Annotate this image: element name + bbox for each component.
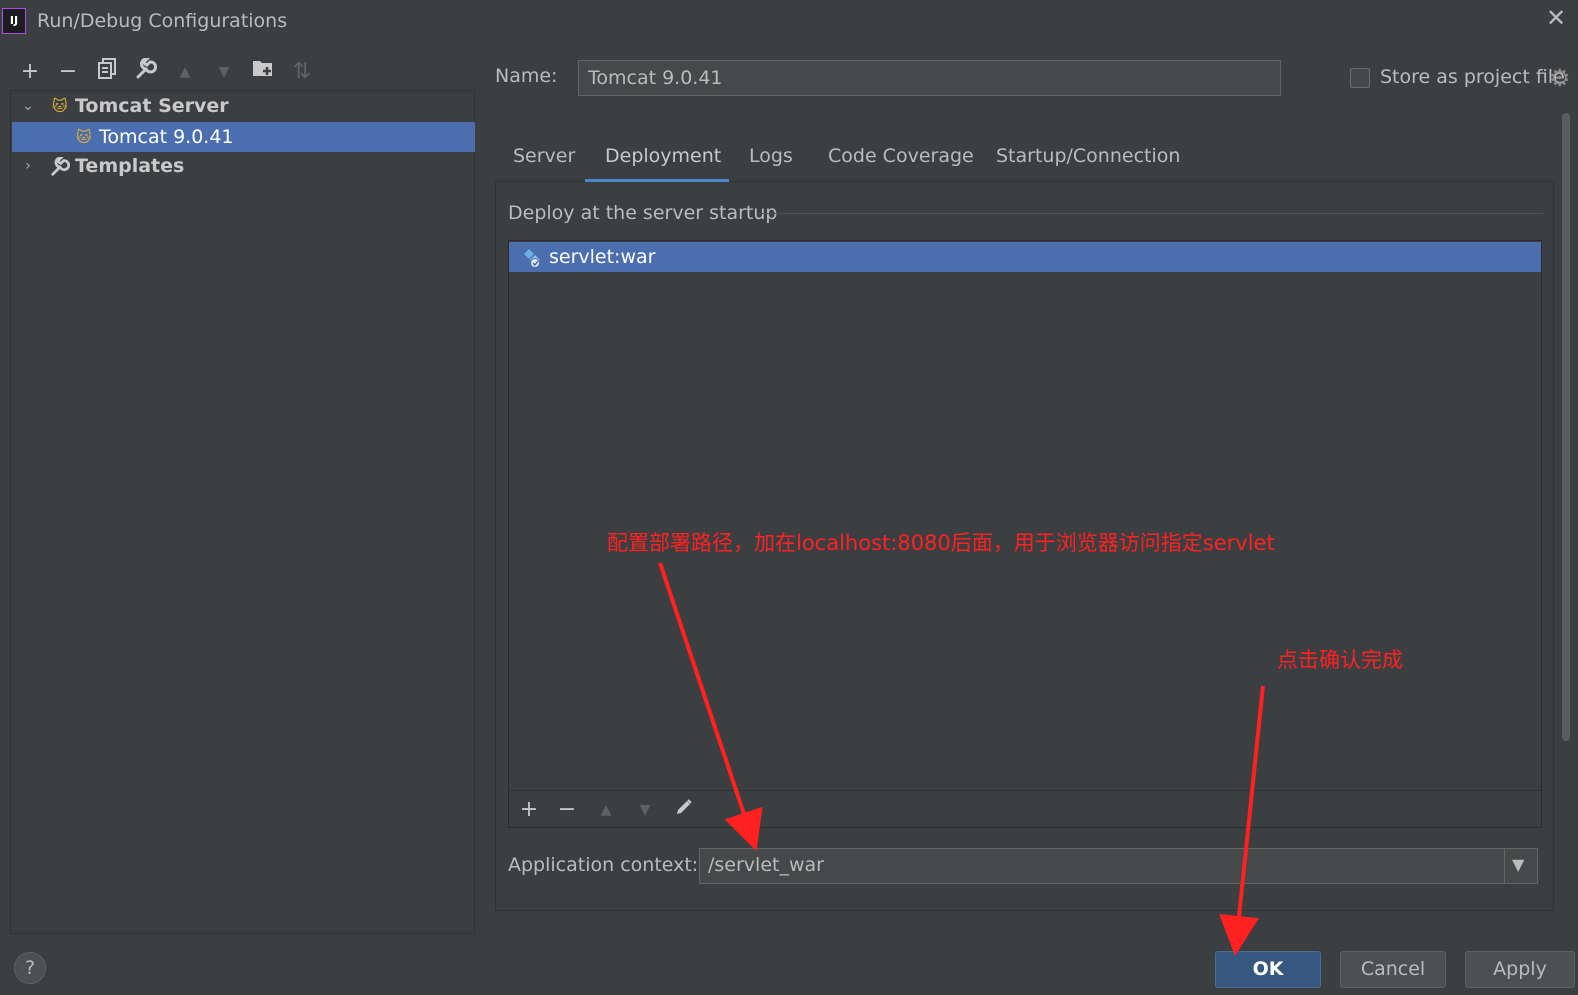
copy-configuration-button[interactable]	[93, 58, 121, 86]
window-title: Run/Debug Configurations	[37, 10, 288, 32]
help-button[interactable]: ?	[14, 952, 46, 984]
tab-logs[interactable]: Logs	[749, 145, 793, 181]
name-label: Name:	[495, 65, 558, 87]
intellij-app-icon: IJ	[2, 8, 26, 34]
tree-item-label: Tomcat 9.0.41	[99, 126, 234, 148]
close-icon[interactable]: ✕	[1546, 4, 1566, 32]
application-context-combo[interactable]	[699, 848, 1538, 884]
annotation-ok-note: 点击确认完成	[1277, 648, 1403, 672]
tree-item-templates[interactable]: › Templates	[12, 151, 475, 181]
list-toolbar-divider	[509, 790, 1541, 791]
configuration-tree	[10, 90, 475, 934]
tree-item-label: Tomcat Server	[75, 95, 229, 117]
new-folder-button[interactable]	[249, 58, 277, 86]
tomcat-icon: 🐱	[76, 128, 92, 146]
move-up-button[interactable]: ▲	[171, 58, 199, 86]
store-as-project-file-label[interactable]: Store as project file	[1380, 66, 1565, 88]
add-artifact-button[interactable]: +	[516, 797, 542, 823]
tree-item-label: Templates	[75, 155, 185, 177]
wrench-icon	[50, 156, 71, 176]
remove-configuration-button[interactable]: −	[54, 58, 82, 86]
cancel-button[interactable]: Cancel	[1340, 951, 1446, 988]
application-context-label: Application context:	[508, 854, 699, 876]
gear-icon[interactable]: ⚙	[1549, 64, 1571, 92]
store-as-project-file-checkbox[interactable]	[1350, 68, 1370, 88]
pencil-icon	[677, 799, 692, 814]
tab-code-coverage[interactable]: Code Coverage	[828, 145, 974, 181]
tab-server[interactable]: Server	[513, 145, 575, 181]
tab-startup-connection[interactable]: Startup/Connection	[996, 145, 1180, 181]
section-divider	[758, 213, 1543, 214]
move-artifact-down-button[interactable]: ▼	[632, 797, 658, 823]
name-input[interactable]	[578, 60, 1281, 96]
wrench-icon	[136, 57, 158, 79]
chevron-down-icon[interactable]: ▼	[1512, 855, 1524, 874]
tab-deployment[interactable]: Deployment	[605, 145, 721, 181]
title-bar: IJ Run/Debug Configurations ✕	[0, 0, 1578, 44]
sort-button[interactable]: ⇅	[288, 58, 316, 86]
folder-add-icon	[253, 61, 272, 76]
move-artifact-up-button[interactable]: ▲	[593, 797, 619, 823]
tree-item-tomcat-9[interactable]: 🐱 Tomcat 9.0.41	[12, 122, 475, 152]
chevron-down-icon[interactable]: ⌄	[20, 91, 36, 121]
vertical-scrollbar[interactable]	[1562, 113, 1570, 741]
list-item[interactable]: servlet:war	[509, 242, 1541, 272]
ok-button[interactable]: OK	[1215, 951, 1321, 988]
add-configuration-button[interactable]: +	[16, 58, 44, 86]
artifact-icon	[521, 247, 543, 278]
edit-artifact-button[interactable]	[671, 797, 697, 823]
artifact-label: servlet:war	[549, 246, 656, 268]
tomcat-icon: 🐱	[52, 97, 68, 115]
application-context-value[interactable]: /servlet_war	[708, 854, 824, 876]
copy-icon	[98, 58, 116, 79]
annotation-context-note: 配置部署路径，加在localhost:8080后面，用于浏览器访问指定servl…	[607, 531, 1275, 555]
chevron-right-icon[interactable]: ›	[20, 151, 36, 181]
apply-button[interactable]: Apply	[1465, 951, 1575, 988]
move-down-button[interactable]: ▼	[210, 58, 238, 86]
edit-defaults-button[interactable]	[132, 57, 160, 86]
remove-artifact-button[interactable]: −	[554, 797, 580, 823]
combo-separator	[1504, 849, 1505, 883]
tree-item-tomcat-server[interactable]: ⌄ 🐱 Tomcat Server	[12, 91, 475, 121]
section-title: Deploy at the server startup	[508, 202, 778, 224]
